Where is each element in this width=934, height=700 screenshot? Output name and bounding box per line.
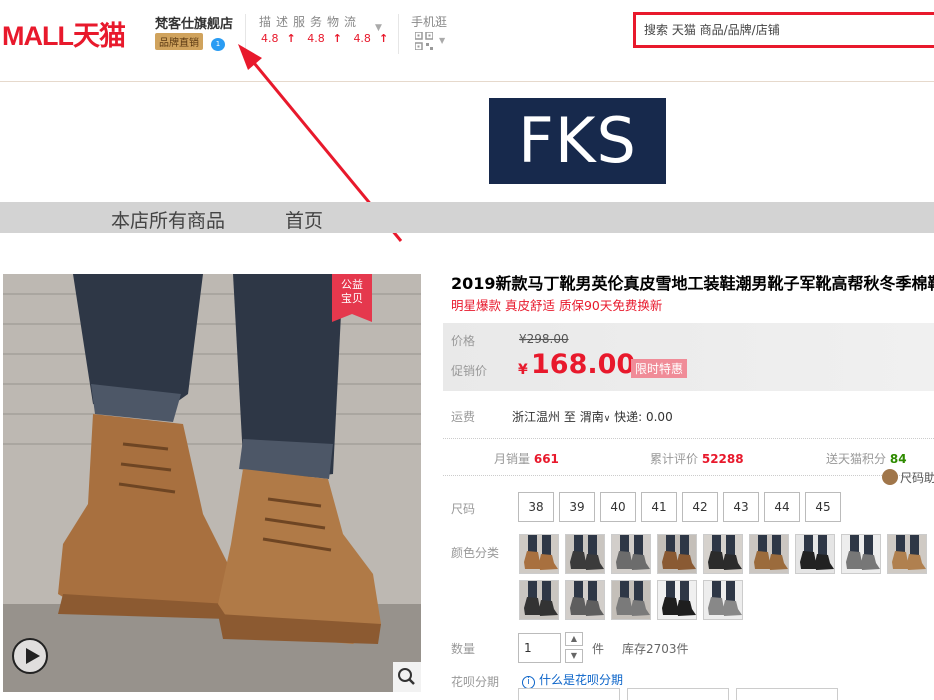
installment-option[interactable] xyxy=(736,688,838,700)
shipping-info: 浙江温州 至 渭南∨ 快递: 0.00 xyxy=(512,408,673,425)
installment-label: 花呗分期 xyxy=(451,675,500,689)
product-title: 2019新款马丁靴男英伦真皮雪地工装鞋潮男靴子军靴高帮秋冬季棉鞋 xyxy=(451,274,934,293)
installment-help-link[interactable]: i 什么是花呗分期 xyxy=(522,671,623,689)
color-swatch[interactable] xyxy=(841,534,881,574)
shipping-label: 运费 xyxy=(451,410,476,424)
size-option[interactable]: 42 xyxy=(682,492,718,522)
stat-label: 月销量 xyxy=(494,452,531,466)
qty-increase-button[interactable]: ▲ xyxy=(565,632,583,646)
size-option[interactable]: 38 xyxy=(518,492,554,522)
stat-value: 661 xyxy=(533,452,559,466)
product-subtitle: 明星爆款 真皮舒适 质保90天免费换新 xyxy=(451,298,663,313)
product-main-image[interactable] xyxy=(3,274,421,692)
currency-symbol: ¥ xyxy=(518,362,528,378)
stock-count: 库存2703件 xyxy=(622,642,689,656)
size-option[interactable]: 44 xyxy=(764,492,800,522)
zoom-icon[interactable] xyxy=(393,662,421,692)
stat-label: 送天猫积分 xyxy=(826,452,887,466)
shipping-fee: 快递: 0.00 xyxy=(614,410,673,424)
color-swatch[interactable] xyxy=(519,534,559,574)
price-label: 价格 xyxy=(451,334,476,348)
color-swatch[interactable] xyxy=(887,534,927,574)
charity-line: 公益 xyxy=(341,278,363,291)
qty-unit: 件 xyxy=(592,642,605,656)
promo-tag: 限时特惠 xyxy=(631,359,688,378)
original-price: ¥298.00 xyxy=(519,332,569,346)
size-option[interactable]: 40 xyxy=(600,492,636,522)
shipping-destination[interactable]: 渭南∨ xyxy=(580,410,611,424)
color-swatch[interactable] xyxy=(565,580,605,620)
divider xyxy=(443,475,934,476)
brand-logo[interactable]: FKS xyxy=(489,98,666,184)
boots-photo xyxy=(3,274,421,692)
promo-price: 168.00 xyxy=(531,349,636,380)
installment-help-text[interactable]: 什么是花呗分期 xyxy=(539,673,623,687)
color-swatch[interactable] xyxy=(657,580,697,620)
color-swatch[interactable] xyxy=(565,534,605,574)
size-chart-icon xyxy=(882,469,898,485)
price-panel xyxy=(443,323,934,391)
size-option[interactable]: 39 xyxy=(559,492,595,522)
color-label: 颜色分类 xyxy=(451,546,500,560)
color-swatch[interactable] xyxy=(703,580,743,620)
qty-label: 数量 xyxy=(451,642,476,656)
destination-text[interactable]: 渭南 xyxy=(580,410,604,424)
shop-nav: 本店所有商品 首页 xyxy=(0,202,934,233)
shipping-to-word: 至 xyxy=(563,410,576,424)
size-label: 尺码 xyxy=(451,502,476,516)
size-chart-label[interactable]: 尺码助 xyxy=(900,471,934,485)
stat-value: 52288 xyxy=(701,452,744,466)
color-swatch[interactable] xyxy=(657,534,697,574)
quantity-input[interactable] xyxy=(518,633,561,663)
size-option[interactable]: 41 xyxy=(641,492,677,522)
divider xyxy=(443,438,934,439)
nav-all-items[interactable]: 本店所有商品 xyxy=(111,206,225,233)
stat-label: 累计评价 xyxy=(650,452,699,466)
charity-line: 宝贝 xyxy=(341,292,363,305)
promo-price-label: 促销价 xyxy=(451,364,488,378)
size-option[interactable]: 45 xyxy=(805,492,841,522)
color-swatch[interactable] xyxy=(795,534,835,574)
stat-value: 84 xyxy=(889,452,907,466)
size-chart-link[interactable]: 尺码助 xyxy=(882,469,934,486)
nav-home[interactable]: 首页 xyxy=(285,206,323,233)
color-swatch[interactable] xyxy=(703,534,743,574)
color-swatch[interactable] xyxy=(519,580,559,620)
installment-option[interactable] xyxy=(627,688,729,700)
color-swatch[interactable] xyxy=(611,534,651,574)
chevron-down-icon[interactable]: ∨ xyxy=(604,414,611,424)
installment-option[interactable] xyxy=(518,688,620,700)
charity-badge: 公益 宝贝 xyxy=(332,274,372,322)
color-swatch[interactable] xyxy=(749,534,789,574)
qty-decrease-button[interactable]: ▼ xyxy=(565,649,583,663)
color-swatch[interactable] xyxy=(611,580,651,620)
stat-reviews[interactable]: 累计评价 52288 xyxy=(650,450,744,467)
stat-points: 送天猫积分 84 xyxy=(826,450,907,467)
stat-monthly-sales: 月销量 661 xyxy=(494,450,559,467)
play-video-icon[interactable] xyxy=(12,638,48,674)
shipping-from: 浙江温州 xyxy=(512,410,561,424)
size-option[interactable]: 43 xyxy=(723,492,759,522)
